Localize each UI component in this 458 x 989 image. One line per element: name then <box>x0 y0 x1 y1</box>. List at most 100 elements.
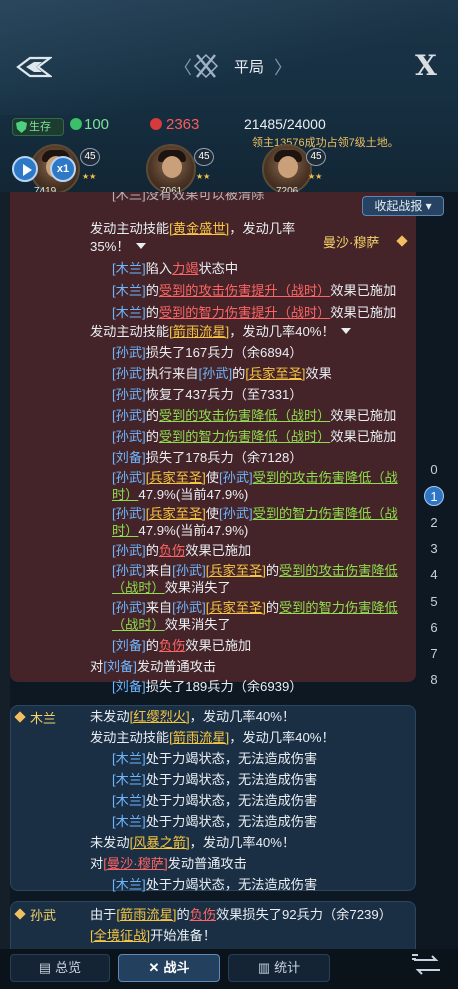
swap-icon[interactable] <box>410 952 444 978</box>
round-page-1[interactable]: 1 <box>424 486 444 507</box>
effect-ref: 受到的攻击伤害提升（战时） <box>158 283 331 298</box>
round-page-2[interactable]: 2 <box>424 513 444 533</box>
skill-ref[interactable]: [风暴之箭] <box>130 835 190 850</box>
log-text: 发动普通攻击 <box>136 659 217 674</box>
log-text: 效果已施加 <box>330 429 397 444</box>
hero-ref[interactable]: [刘备] <box>112 679 146 694</box>
effect-ref: 负伤 <box>189 907 217 922</box>
skill-ref[interactable]: [兵家至圣] <box>206 563 266 578</box>
mulan-log-line: 对[曼沙·穆萨]发动普通攻击 <box>90 855 247 873</box>
effect-ref: [曼沙·穆萨] <box>103 856 168 871</box>
skill-ref[interactable]: [兵家至圣] <box>206 600 266 615</box>
hero-ref[interactable]: [孙武] <box>172 563 206 578</box>
document-icon: ▤ <box>38 960 52 975</box>
speed-button[interactable]: x1 <box>50 156 76 182</box>
log-text: 的 <box>145 638 159 653</box>
hero-ref[interactable]: [孙武] <box>172 600 206 615</box>
caret-down-icon[interactable] <box>340 328 351 334</box>
hero-ref[interactable]: [木兰] <box>112 283 146 298</box>
log-text: 效果已施加 <box>330 408 397 423</box>
skill-ref[interactable]: [黄金盛世] <box>169 221 229 236</box>
skill-ref[interactable]: [箭雨流星] <box>116 907 176 922</box>
hero-ref[interactable]: [木兰] <box>112 793 146 808</box>
log-text: 效果已施加 <box>185 543 252 558</box>
log-text: 对 <box>90 659 104 674</box>
enemy-log-line: [孙武]来自[孙武][兵家至圣]的受到的智力伤害降低 <box>112 599 398 617</box>
log-text: 来自 <box>145 600 173 615</box>
skill-ref[interactable]: [兵家至圣] <box>245 366 305 381</box>
battle-result-label: 平局 <box>234 59 265 76</box>
bottom-tab-bar: ▤ 总览 ✕ 战斗 ▥ 统计 <box>0 949 458 989</box>
hero-ref[interactable]: [木兰] <box>112 814 146 829</box>
hero-ref[interactable]: [木兰] <box>112 877 146 892</box>
mulan-log-line: [木兰]处于力竭状态，无法造成伤害 <box>112 876 317 894</box>
hero-ref[interactable]: [木兰] <box>112 261 146 276</box>
log-text: 的 <box>145 305 159 320</box>
hero-ref[interactable]: [孙武] <box>112 506 146 521</box>
round-page-4[interactable]: 4 <box>424 565 444 585</box>
tab-battle[interactable]: ✕ 战斗 <box>118 954 220 982</box>
battle-log[interactable]: [木兰]没有效果可以被清除 收起战报 ▾ 曼沙·穆萨 发动主动技能[黄金盛世]，… <box>0 192 458 949</box>
close-button[interactable]: X <box>412 52 440 80</box>
effect-ref: 受到的攻击伤害降低（战时） <box>158 408 331 423</box>
bar-chart-icon: ▥ <box>257 960 271 975</box>
log-text: 恢复了437兵力（至7331） <box>145 387 303 402</box>
caret-down-icon[interactable] <box>135 243 146 249</box>
star-icon: ★★ <box>82 172 97 181</box>
log-text: 的 <box>145 283 159 298</box>
tab-overview[interactable]: ▤ 总览 <box>10 954 110 982</box>
hero-ref[interactable]: [孙武] <box>112 408 146 423</box>
log-text: 的 <box>145 408 159 423</box>
enemy-log-line: 对[刘备]发动普通攻击 <box>90 658 216 676</box>
round-page-8[interactable]: 8 <box>424 670 444 690</box>
hero-ref[interactable]: [孙武] <box>219 470 253 485</box>
hero-ref[interactable]: [刘备] <box>112 450 146 465</box>
play-button[interactable] <box>12 156 38 182</box>
enemy-log-line: 发动主动技能[黄金盛世]，发动几率 <box>90 220 295 238</box>
hero-ref[interactable]: [孙武] <box>112 345 146 360</box>
round-page-0[interactable]: 0 <box>424 460 444 480</box>
skill-ref[interactable]: [兵家至圣] <box>146 470 206 485</box>
hero-ref[interactable]: [孙武] <box>112 387 146 402</box>
round-page-5[interactable]: 5 <box>424 592 444 612</box>
hero-ref[interactable]: [刘备] <box>112 638 146 653</box>
round-page-7[interactable]: 7 <box>424 644 444 664</box>
collapse-report-button[interactable]: 收起战报 ▾ <box>362 196 444 216</box>
tab-stats[interactable]: ▥ 统计 <box>228 954 330 982</box>
enemy-log-line: [孙武]来自[孙武][兵家至圣]的受到的攻击伤害降低 <box>112 562 398 580</box>
log-text: 开始准备！ <box>150 928 217 943</box>
log-text: 发动主动技能 <box>90 324 170 339</box>
log-text: ，发动几率40%！ <box>229 730 335 745</box>
hero-ref[interactable]: [孙武] <box>112 366 146 381</box>
hero-ref[interactable]: [木兰] <box>112 305 146 320</box>
hero-ref[interactable]: [孙武] <box>112 600 146 615</box>
skill-ref[interactable]: [兵家至圣] <box>146 506 206 521</box>
enemy-log-line: [孙武][兵家至圣]使[孙武]受到的攻击伤害降低（战 <box>112 469 398 487</box>
hero-ref[interactable]: [孙武] <box>198 366 232 381</box>
skill-ref[interactable]: [红缨烈火] <box>130 709 190 724</box>
back-logo-icon[interactable] <box>16 56 52 78</box>
hero-ref[interactable]: [木兰] <box>112 751 146 766</box>
hero-ref[interactable]: [孙武] <box>219 506 253 521</box>
hero-ref[interactable]: [木兰] <box>112 772 146 787</box>
mulan-log-line: 未发动[红缨烈火]，发动几率40%！ <box>90 708 295 726</box>
log-text: 对 <box>90 856 104 871</box>
hero-ref[interactable]: [孙武] <box>112 563 146 578</box>
hero-ref[interactable]: [刘备] <box>103 659 137 674</box>
skill-ref[interactable]: [箭雨流星] <box>169 324 229 339</box>
skill-ref[interactable]: [箭雨流星] <box>169 730 229 745</box>
round-page-3[interactable]: 3 <box>424 539 444 559</box>
ally-health-value: 100 <box>84 116 110 133</box>
round-page-6[interactable]: 6 <box>424 618 444 638</box>
log-text: 处于力竭状态，无法造成伤害 <box>145 751 318 766</box>
hero-ref[interactable]: [孙武] <box>112 543 146 558</box>
log-text: 效果已施加 <box>185 638 252 653</box>
effect-ref: 受到的智力伤害降低 <box>279 600 398 615</box>
skill-ref[interactable]: [全境征战] <box>90 928 150 943</box>
log-side-strip <box>0 192 10 949</box>
hero-ref[interactable]: [孙武] <box>112 429 146 444</box>
enemy-log-line: 35%！ <box>90 238 146 256</box>
enemy-log-line: [木兰]陷入力竭状态中 <box>112 260 238 278</box>
log-text: 的 <box>265 600 280 615</box>
hero-ref[interactable]: [孙武] <box>112 470 146 485</box>
